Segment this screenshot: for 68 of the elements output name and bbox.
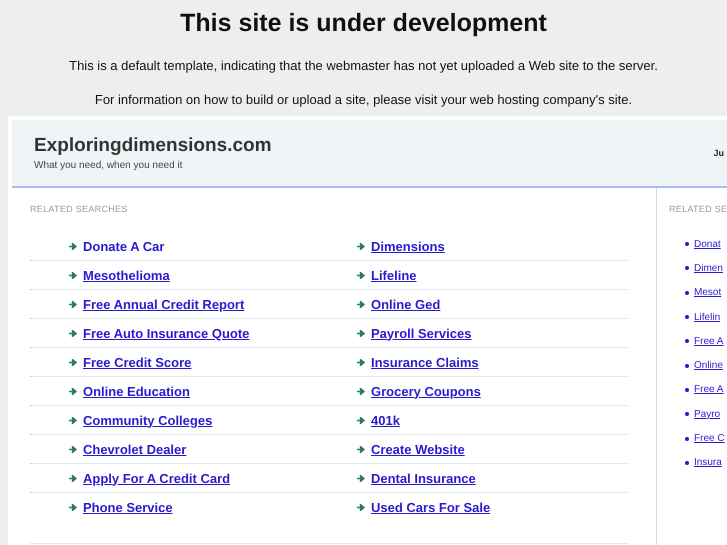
- arrow-icon: [357, 416, 365, 424]
- site-tagline: What you need, when you need it: [34, 160, 184, 171]
- search-link[interactable]: Payro: [694, 408, 720, 420]
- search-link[interactable]: Free Auto Insurance Quote: [83, 326, 250, 340]
- arrow-icon: [69, 358, 77, 366]
- search-link[interactable]: Dimensions: [371, 238, 445, 254]
- arrow-icon: [357, 388, 365, 394]
- arrow-icon: [69, 330, 77, 336]
- search-link[interactable]: Community Colleges: [83, 412, 212, 428]
- section-heading: RELATED SEARCHES: [30, 204, 129, 214]
- search-link[interactable]: Online Education: [83, 384, 190, 398]
- bullet-icon: [685, 436, 689, 441]
- arrow-icon: [69, 474, 77, 482]
- search-link[interactable]: Free Credit Score: [83, 354, 192, 370]
- search-link[interactable]: Free Annual Credit Report: [83, 296, 244, 312]
- bullet-icon: [685, 266, 689, 270]
- search-link[interactable]: Free A: [694, 384, 724, 396]
- bullet-icon: [685, 412, 689, 416]
- section-heading: RELATED SE: [669, 204, 727, 214]
- arrow-icon: [357, 504, 365, 510]
- search-link[interactable]: Mesot: [694, 287, 722, 298]
- search-link[interactable]: Donat: [694, 238, 721, 250]
- search-link[interactable]: Insura: [694, 457, 722, 468]
- arrow-icon: [357, 272, 365, 278]
- arrow-icon: [357, 330, 365, 336]
- bullet-icon: [685, 364, 689, 368]
- search-link[interactable]: Payroll Services: [371, 326, 472, 340]
- page-title: This site is under development: [180, 8, 547, 38]
- arrow-icon: [357, 358, 365, 366]
- search-link[interactable]: Online Ged: [371, 296, 440, 312]
- search-link[interactable]: Lifeline: [371, 268, 417, 282]
- search-link[interactable]: Free C: [694, 433, 725, 444]
- arrow-icon: [357, 242, 365, 250]
- notice-text: For information on how to build or upload a site, please visit your web hosting company's site.: [94, 92, 632, 108]
- arrow-icon: [69, 446, 77, 452]
- arrow-icon: [69, 504, 77, 510]
- search-link[interactable]: Lifelin: [694, 312, 720, 323]
- site-name: Exploringdimensions.com: [34, 135, 272, 157]
- arrow-icon: [357, 300, 365, 308]
- search-link[interactable]: Online: [694, 360, 723, 372]
- search-link[interactable]: Grocery Coupons: [371, 384, 481, 398]
- search-link[interactable]: Mesothelioma: [83, 268, 170, 282]
- bullet-icon: [685, 315, 689, 320]
- arrow-icon: [357, 474, 365, 482]
- bullet-icon: [685, 388, 689, 392]
- search-link[interactable]: Apply For A Credit Card: [83, 470, 230, 486]
- bullet-icon: [685, 339, 689, 344]
- arrow-icon: [69, 272, 77, 278]
- bullet-icon: [685, 242, 689, 246]
- search-link[interactable]: Phone Service: [83, 500, 173, 514]
- notice-text: This is a default template, indicating that the webmaster has not yet uploaded a Web site to the server.: [69, 58, 658, 74]
- search-link[interactable]: 401k: [371, 412, 400, 428]
- search-link[interactable]: Dental Insurance: [371, 470, 476, 486]
- bullet-icon: [685, 290, 689, 295]
- arrow-icon: [69, 388, 77, 394]
- search-link[interactable]: Insurance Claims: [371, 354, 479, 370]
- search-link[interactable]: Create Website: [371, 442, 465, 456]
- search-link[interactable]: Free A: [694, 336, 724, 347]
- search-link[interactable]: Donate A Car: [83, 238, 164, 254]
- arrow-icon: [69, 416, 77, 424]
- bullet-icon: [685, 460, 689, 465]
- arrow-icon: [69, 300, 77, 308]
- header-text: Ju: [713, 148, 724, 158]
- search-link[interactable]: Dimen: [694, 262, 723, 274]
- arrow-icon: [69, 242, 77, 250]
- arrow-icon: [357, 446, 365, 452]
- search-link[interactable]: Used Cars For Sale: [371, 500, 490, 514]
- search-link[interactable]: Chevrolet Dealer: [83, 442, 186, 456]
